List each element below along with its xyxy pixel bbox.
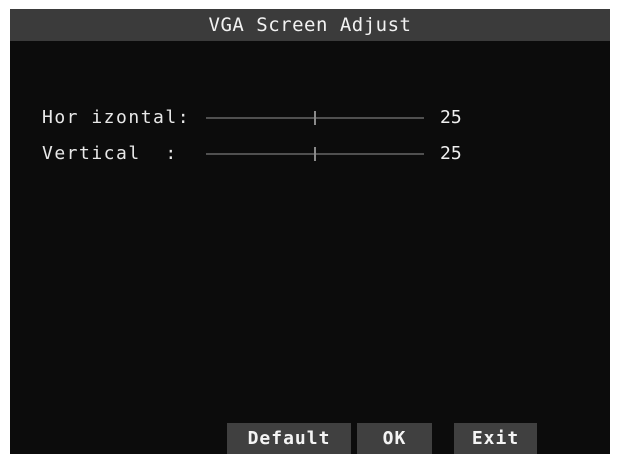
horizontal-slider[interactable] — [206, 111, 424, 125]
vertical-label: Vertical : — [42, 143, 178, 164]
exit-button[interactable]: Exit — [454, 423, 537, 454]
dialog-title: VGA Screen Adjust — [10, 9, 610, 41]
horizontal-setting-row: Hor izontal: 25 — [10, 106, 610, 130]
default-button[interactable]: Default — [227, 423, 351, 454]
vertical-setting-row: Vertical : 25 — [10, 142, 610, 166]
vga-adjust-screen: VGA Screen Adjust Hor izontal: 25 Vertic… — [10, 9, 610, 454]
vertical-slider-handle[interactable] — [314, 147, 316, 161]
horizontal-slider-handle[interactable] — [314, 111, 316, 125]
button-bar: Default OK Exit — [10, 423, 610, 454]
horizontal-value: 25 — [440, 107, 462, 128]
ok-button[interactable]: OK — [357, 423, 432, 454]
vertical-slider[interactable] — [206, 147, 424, 161]
vertical-value: 25 — [440, 143, 462, 164]
horizontal-label: Hor izontal: — [42, 107, 191, 128]
